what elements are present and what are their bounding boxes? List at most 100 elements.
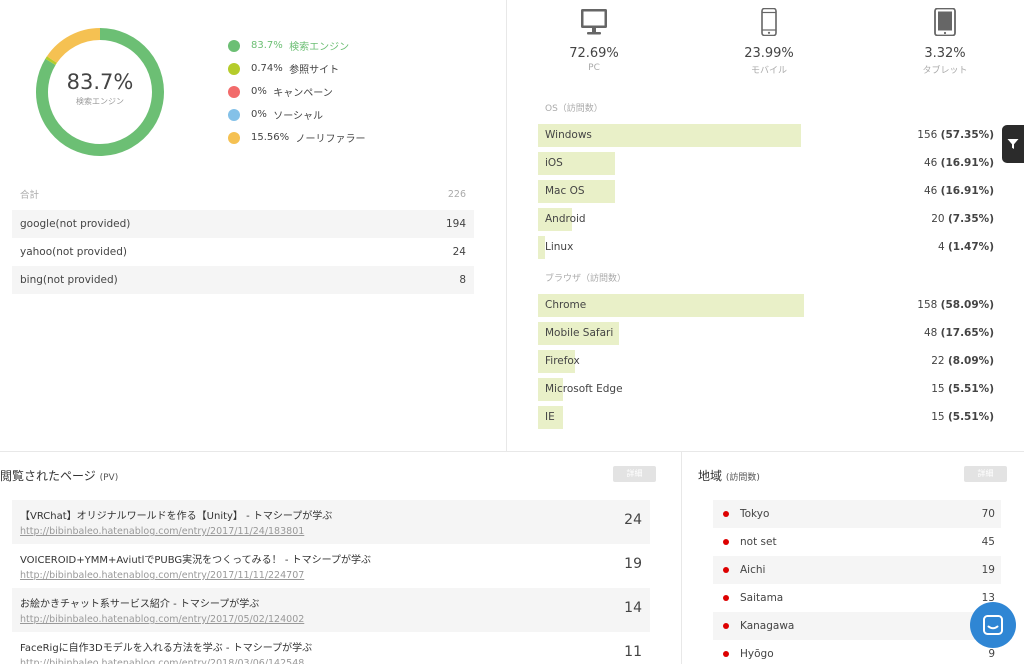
page-count: 14 (624, 600, 642, 616)
legend-item[interactable]: 0.74% 参照サイト (228, 57, 366, 80)
region-detail-button[interactable]: 詳細 (964, 466, 1007, 482)
os-row[interactable]: Android 20 (7.35%) (538, 206, 998, 234)
legend-percent: 0.74% (251, 63, 283, 74)
device-label: モバイル (750, 66, 787, 76)
chat-button[interactable] (970, 602, 1016, 648)
referrer-row[interactable]: google(not provided) 194 (12, 210, 474, 238)
page-url-link[interactable]: http://bibinbaleo.hatenablog.com/entry/2… (20, 614, 642, 625)
os-bar (538, 236, 545, 259)
donut-segment (46, 28, 101, 64)
browser-percent: (5.51%) (947, 383, 994, 395)
os-value: 156 (57.35%) (917, 129, 994, 141)
donut-center: 83.7% 検索エンジン (34, 70, 166, 107)
browser-row[interactable]: Firefox 22 (8.09%) (538, 348, 998, 376)
browser-name: IE (545, 411, 555, 423)
device-mobile: 23.99% モバイル (709, 8, 829, 76)
device-percent: 72.69% (569, 46, 619, 61)
page-url-link[interactable]: http://bibinbaleo.hatenablog.com/entry/2… (20, 570, 642, 581)
region-row[interactable]: Saitama 13 (713, 584, 1001, 612)
pages-detail-button[interactable]: 詳細 (613, 466, 656, 482)
page-list: 【VRChat】オリジナルワールドを作る【Unity】 - トマシープが学ぶ ht… (12, 500, 650, 664)
region-name: Aichi (740, 564, 766, 576)
os-count: 46 (923, 185, 938, 197)
legend-percent: 15.56% (251, 132, 290, 143)
region-value: 70 (981, 508, 995, 520)
referrer-row[interactable]: bing(not provided) 8 (12, 266, 474, 294)
donut-segment (45, 56, 57, 65)
legend-dot (228, 108, 240, 121)
region-row[interactable]: Aichi 19 (713, 556, 1001, 584)
browser-row[interactable]: Mobile Safari 48 (17.65%) (538, 320, 998, 348)
os-value: 46 (16.91%) (924, 185, 994, 197)
page-row: 【VRChat】オリジナルワールドを作る【Unity】 - トマシープが学ぶ ht… (12, 500, 650, 544)
browser-percent: (17.65%) (940, 327, 994, 339)
desktop-icon (581, 9, 607, 35)
region-row[interactable]: not set 45 (713, 528, 1001, 556)
pages-title-suffix: (PV) (99, 473, 119, 483)
page-count: 19 (624, 556, 642, 572)
legend-dot (228, 39, 240, 52)
os-name: Android (545, 213, 586, 225)
browser-bar-list: Chrome 158 (58.09%) Mobile Safari 48 (17.65… (538, 292, 998, 432)
browser-name: Mobile Safari (545, 327, 614, 339)
legend-name: キャンペーン (273, 88, 333, 99)
os-row[interactable]: Windows 156 (57.35%) (538, 122, 998, 150)
region-name: Hyōgo (740, 648, 774, 660)
browser-percent: (58.09%) (940, 299, 994, 311)
vertical-divider (506, 0, 507, 451)
filter-button[interactable] (1002, 125, 1024, 163)
browser-name: Chrome (545, 299, 587, 311)
os-row[interactable]: iOS 46 (16.91%) (538, 150, 998, 178)
legend-item[interactable]: 0% ソーシャル (228, 103, 366, 126)
referrer-row[interactable]: yahoo(not provided) 24 (12, 238, 474, 266)
os-name: Linux (545, 241, 574, 253)
os-count: 20 (931, 213, 945, 225)
page-url-link[interactable]: http://bibinbaleo.hatenablog.com/entry/2… (20, 526, 642, 537)
os-row[interactable]: Linux 4 (1.47%) (538, 234, 998, 262)
browser-count: 15 (931, 383, 945, 395)
referrer-legend: 83.7% 検索エンジン 0.74% 参照サイト 0% キャンペーン 0% ソーシャル… (228, 34, 366, 149)
os-count: 46 (923, 157, 938, 169)
page-row: VOICEROID+YMM+AviutlでPUBG実況をつくってみる！ - トマ… (12, 544, 650, 588)
browser-row[interactable]: Microsoft Edge 15 (5.51%) (538, 376, 998, 404)
device-pc: 72.69% PC (534, 8, 654, 73)
browser-value: 15 (5.51%) (931, 383, 994, 395)
region-row[interactable]: Hyōgo 9 (713, 640, 1001, 664)
device-label: PC (588, 63, 600, 73)
device-percent: 3.32% (924, 46, 966, 61)
os-percent: (7.35%) (947, 213, 994, 225)
browser-count: 48 (923, 327, 938, 339)
device-percent: 23.99% (744, 46, 794, 61)
os-row[interactable]: Mac OS 46 (16.91%) (538, 178, 998, 206)
referrer-value: 24 (452, 246, 466, 258)
region-section-title: 地域 (訪問数) (698, 467, 760, 484)
japan-flag-icon (723, 623, 729, 629)
legend-dot (228, 131, 240, 144)
os-count: 156 (917, 129, 938, 141)
horizontal-divider (0, 451, 1024, 452)
region-row[interactable]: Kanagawa (713, 612, 1001, 640)
os-percent: (1.47%) (947, 241, 994, 253)
browser-row[interactable]: IE 15 (5.51%) (538, 404, 998, 432)
referrer-list: google(not provided) 194 yahoo(not provide… (12, 210, 474, 294)
japan-flag-icon (723, 595, 729, 601)
legend-dot (228, 85, 240, 98)
filter-icon (1007, 139, 1019, 149)
legend-item[interactable]: 83.7% 検索エンジン (228, 34, 366, 57)
browser-row[interactable]: Chrome 158 (58.09%) (538, 292, 998, 320)
browser-value: 15 (5.51%) (931, 411, 994, 423)
os-count: 4 (937, 241, 945, 253)
region-title-suffix: (訪問数) (725, 473, 760, 483)
region-row[interactable]: Tokyo 70 (713, 500, 1001, 528)
referrer-name: bing(not provided) (20, 274, 118, 286)
browser-value: 48 (17.65%) (924, 327, 994, 339)
legend-item[interactable]: 15.56% ノーリファラー (228, 126, 366, 149)
page-title: FaceRigに自作3Dモデルを入れる方法を学ぶ - トマシープが学ぶ (20, 643, 313, 654)
referrer-total-row: 合計 226 (12, 182, 474, 206)
page-title: お絵かきチャット系サービス紹介 - トマシープが学ぶ (20, 599, 260, 610)
legend-item[interactable]: 0% キャンペーン (228, 80, 366, 103)
mobile-phone-icon (761, 8, 777, 36)
page-url-link[interactable]: http://bibinbaleo.hatenablog.com/entry/2… (20, 658, 642, 664)
total-label: 合計 (20, 190, 40, 201)
region-name: Kanagawa (740, 620, 795, 632)
